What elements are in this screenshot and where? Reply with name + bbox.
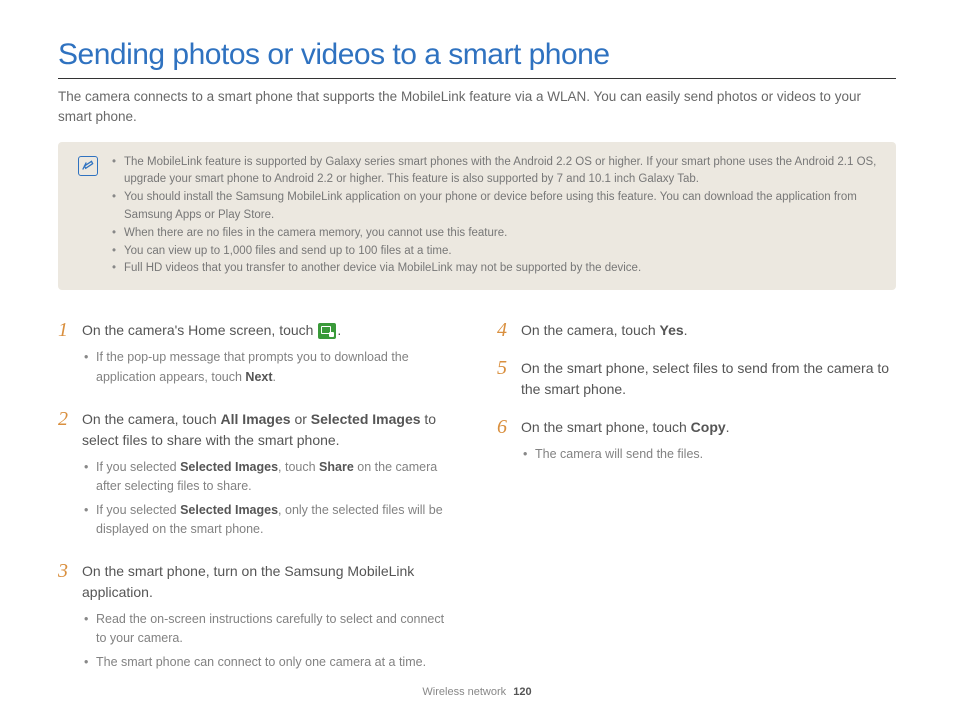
note-item: You should install the Samsung MobileLin… bbox=[112, 189, 880, 225]
page-title: Sending photos or videos to a smart phon… bbox=[58, 38, 896, 79]
intro-text: The camera connects to a smart phone tha… bbox=[58, 87, 896, 128]
mobilelink-icon bbox=[318, 323, 336, 339]
step-number: 4 bbox=[497, 320, 511, 340]
right-column: 4 On the camera, touch Yes. 5 On the sma… bbox=[497, 320, 896, 694]
step-text: On the camera, touch All Images or Selec… bbox=[82, 409, 457, 450]
step-sub-item: If you selected Selected Images, only th… bbox=[82, 501, 457, 540]
step-number: 5 bbox=[497, 358, 511, 399]
step-1: 1 On the camera's Home screen, touch . I… bbox=[58, 320, 457, 391]
footer-section: Wireless network bbox=[422, 686, 506, 698]
note-icon bbox=[78, 156, 98, 176]
step-sub-item: If the pop-up message that prompts you t… bbox=[82, 348, 457, 387]
page-footer: Wireless network 120 bbox=[0, 686, 954, 698]
step-number: 1 bbox=[58, 320, 72, 391]
note-item: When there are no files in the camera me… bbox=[112, 225, 880, 243]
note-list: The MobileLink feature is supported by G… bbox=[112, 154, 880, 279]
step-5: 5 On the smart phone, select files to se… bbox=[497, 358, 896, 399]
step-sub-item: Read the on-screen instructions carefull… bbox=[82, 610, 457, 649]
page-number: 120 bbox=[513, 686, 531, 698]
note-box: The MobileLink feature is supported by G… bbox=[58, 142, 896, 291]
step-sub-item: The camera will send the files. bbox=[521, 445, 896, 464]
step-text: On the smart phone, touch Copy. bbox=[521, 417, 896, 437]
note-item: The MobileLink feature is supported by G… bbox=[112, 154, 880, 190]
note-item: You can view up to 1,000 files and send … bbox=[112, 243, 880, 261]
steps-columns: 1 On the camera's Home screen, touch . I… bbox=[58, 320, 896, 694]
step-2: 2 On the camera, touch All Images or Sel… bbox=[58, 409, 457, 543]
left-column: 1 On the camera's Home screen, touch . I… bbox=[58, 320, 457, 694]
step-number: 3 bbox=[58, 561, 72, 676]
step-number: 6 bbox=[497, 417, 511, 469]
step-sub-item: If you selected Selected Images, touch S… bbox=[82, 458, 457, 497]
step-3: 3 On the smart phone, turn on the Samsun… bbox=[58, 561, 457, 676]
note-item: Full HD videos that you transfer to anot… bbox=[112, 260, 880, 278]
step-6: 6 On the smart phone, touch Copy. The ca… bbox=[497, 417, 896, 469]
step-text: On the smart phone, select files to send… bbox=[521, 358, 896, 399]
step-text: On the smart phone, turn on the Samsung … bbox=[82, 561, 457, 602]
step-number: 2 bbox=[58, 409, 72, 543]
step-text: On the camera's Home screen, touch . bbox=[82, 320, 457, 340]
step-text: On the camera, touch Yes. bbox=[521, 320, 896, 340]
step-4: 4 On the camera, touch Yes. bbox=[497, 320, 896, 340]
step-sub-item: The smart phone can connect to only one … bbox=[82, 653, 457, 672]
